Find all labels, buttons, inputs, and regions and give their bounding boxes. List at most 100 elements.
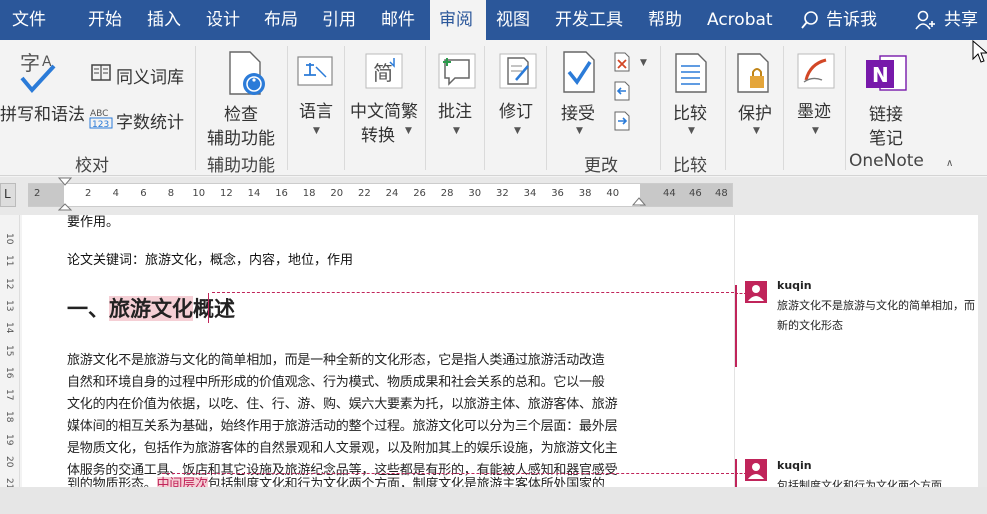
- ruler-tick-label: 40: [606, 188, 620, 199]
- accept-button[interactable]: 接受: [561, 99, 595, 124]
- tab-review[interactable]: 审阅: [430, 0, 486, 40]
- person-share-icon: [915, 10, 935, 30]
- accept-dropdown-caret[interactable]: ▼: [576, 126, 583, 136]
- tab-home[interactable]: 开始: [88, 0, 122, 40]
- tab-mailings[interactable]: 邮件: [381, 0, 415, 40]
- tell-me-box[interactable]: 告诉我: [826, 0, 877, 40]
- check-access-label-2[interactable]: 辅助功能: [207, 124, 275, 149]
- heading-commented-text[interactable]: 旅游文化: [109, 296, 193, 321]
- protect-button[interactable]: 保护: [738, 99, 772, 124]
- vruler-tick-label: 15: [4, 344, 14, 356]
- vruler-tick-label: 12: [4, 277, 14, 290]
- tab-developer[interactable]: 开发工具: [555, 0, 623, 40]
- comment-bar: [735, 285, 737, 367]
- group-compare-label: 比较: [673, 156, 707, 176]
- word-count-icon: ABC 123: [89, 109, 113, 130]
- ruler-tick-label: 26: [413, 188, 426, 199]
- chinese-conversion-label-1[interactable]: 中文简繁: [350, 97, 418, 122]
- body-line: 媒体间的相互关系为基础，始终作用于旅游活动的整个过程。旅游文化可以分为三个层面：…: [67, 419, 618, 434]
- comment-text[interactable]: 旅游文化不是旅游与文化的简单相加，而: [777, 297, 975, 313]
- tab-references[interactable]: 引用: [322, 0, 356, 40]
- language-dropdown-caret[interactable]: ▼: [313, 126, 320, 136]
- protect-icon: [737, 53, 769, 93]
- vertical-ruler: 10 11 12 13 14 15 16 17 18 19 20 21: [0, 215, 20, 490]
- last-line-suffix: 包括制度文化和行为文化两个方面，制度文化是旅游主客体所处国家的: [207, 477, 605, 487]
- tab-file[interactable]: 文件: [12, 0, 46, 40]
- reject-change-icon[interactable]: [612, 52, 632, 72]
- chinese-dropdown-caret[interactable]: ▼: [405, 126, 412, 136]
- comment-text-cont[interactable]: 新的文化形态: [777, 317, 843, 333]
- tab-help[interactable]: 帮助: [648, 0, 682, 40]
- ruler-num-left: 2: [34, 188, 41, 199]
- tab-selector[interactable]: L: [0, 183, 16, 207]
- vertical-scrollbar[interactable]: [978, 215, 987, 487]
- comment-anchor-mark: [208, 293, 209, 323]
- thesaurus-button[interactable]: 同义词库: [116, 63, 184, 88]
- tab-view[interactable]: 视图: [496, 0, 530, 40]
- track-dropdown-caret[interactable]: ▼: [514, 126, 521, 136]
- indent-marker-icon[interactable]: [58, 177, 72, 213]
- comment-text-2[interactable]: 包括制度文化和行为文化两个方面: [777, 477, 942, 487]
- comment-button[interactable]: 批注: [438, 97, 472, 122]
- ruler-tick-label: 34: [523, 188, 537, 199]
- user-avatar-icon: [745, 281, 767, 303]
- thesaurus-icon: [91, 64, 111, 81]
- chinese-conversion-label-2[interactable]: 转换: [361, 121, 395, 146]
- cut-off-text: 要作用。: [67, 215, 120, 230]
- svg-text:简: 简: [373, 61, 393, 85]
- spelling-button[interactable]: 字 A: [18, 48, 62, 98]
- comment-dropdown-caret[interactable]: ▼: [453, 126, 460, 136]
- svg-text:123: 123: [92, 120, 109, 130]
- language-icon: [297, 56, 333, 86]
- share-button[interactable]: 共享: [944, 0, 978, 40]
- vruler-tick-label: 17: [4, 389, 14, 401]
- onenote-link-label-1[interactable]: 链接: [869, 100, 903, 125]
- spelling-label: 拼写和语法: [0, 105, 85, 125]
- document-page[interactable]: 要作用。 论文关键词：旅游文化，概念，内容，地位，作用 一、旅游文化概述 旅游文…: [22, 215, 734, 487]
- compare-icon: [675, 53, 707, 93]
- tab-insert[interactable]: 插入: [147, 0, 181, 40]
- menu-bar: 文件 开始 插入 设计 布局 引用 邮件 审阅 视图 开发工具 帮助 Acrob…: [0, 0, 987, 40]
- next-change-icon[interactable]: [612, 111, 632, 131]
- vruler-tick-label: 19: [4, 433, 14, 446]
- ruler-tick-label: 12: [220, 188, 233, 199]
- compare-button[interactable]: 比较: [673, 99, 707, 124]
- section-heading: 一、旅游文化概述: [67, 293, 235, 323]
- track-changes-button[interactable]: 修订: [499, 97, 533, 122]
- ruler-tick-label: 16: [275, 188, 288, 199]
- tab-design[interactable]: 设计: [206, 0, 240, 40]
- heading-suffix: 概述: [193, 296, 235, 321]
- language-button[interactable]: 语言: [299, 97, 333, 122]
- ink-dropdown-caret[interactable]: ▼: [812, 126, 819, 136]
- previous-change-icon[interactable]: [612, 81, 632, 101]
- check-access-label-1[interactable]: 检查: [224, 100, 258, 125]
- onenote-link-label-2[interactable]: 笔记: [869, 124, 903, 149]
- vruler-tick-label: 18: [4, 411, 14, 423]
- body-line: 旅游文化不是旅游与文化的简单相加，而是一种全新的文化形态，它是指人类通过旅游活动…: [67, 353, 605, 368]
- vruler-tick-label: 13: [4, 299, 14, 312]
- accessibility-check-icon: [229, 51, 265, 95]
- tab-layout[interactable]: 布局: [264, 0, 298, 40]
- reject-dropdown-caret[interactable]: ▼: [640, 58, 647, 68]
- comments-pane: kuqin 旅游文化不是旅游与文化的简单相加，而 新的文化形态 kuqin 包括…: [734, 215, 978, 487]
- heading-prefix: 一、: [67, 296, 109, 321]
- ink-button[interactable]: 墨迹: [797, 97, 831, 122]
- protect-dropdown-caret[interactable]: ▼: [753, 126, 760, 136]
- commented-text-2[interactable]: 中间层次: [156, 477, 208, 487]
- collapse-ribbon-icon[interactable]: ∧: [946, 158, 953, 169]
- group-accessibility-label: 辅助功能: [207, 156, 275, 176]
- ruler-track: [28, 183, 733, 207]
- new-comment-icon: [438, 53, 476, 89]
- vruler-tick-label: 20: [4, 456, 14, 468]
- compare-dropdown-caret[interactable]: ▼: [688, 126, 695, 136]
- ruler-tick-label: 2: [85, 188, 92, 199]
- track-changes-icon: [499, 53, 537, 89]
- tab-acrobat[interactable]: Acrobat: [707, 0, 773, 40]
- right-indent-marker-icon[interactable]: [632, 196, 646, 210]
- ruler-tick-label: 20: [330, 188, 344, 199]
- ruler-tick-label: 22: [358, 188, 371, 199]
- word-count-button[interactable]: 字数统计: [116, 108, 184, 133]
- comment-connector-line: [212, 292, 734, 293]
- user-avatar-icon: [745, 459, 767, 481]
- body-line: 文化的内在价值为依据，以吃、住、行、游、购、娱六大要素为托，以旅游主体、旅游客体…: [67, 397, 618, 412]
